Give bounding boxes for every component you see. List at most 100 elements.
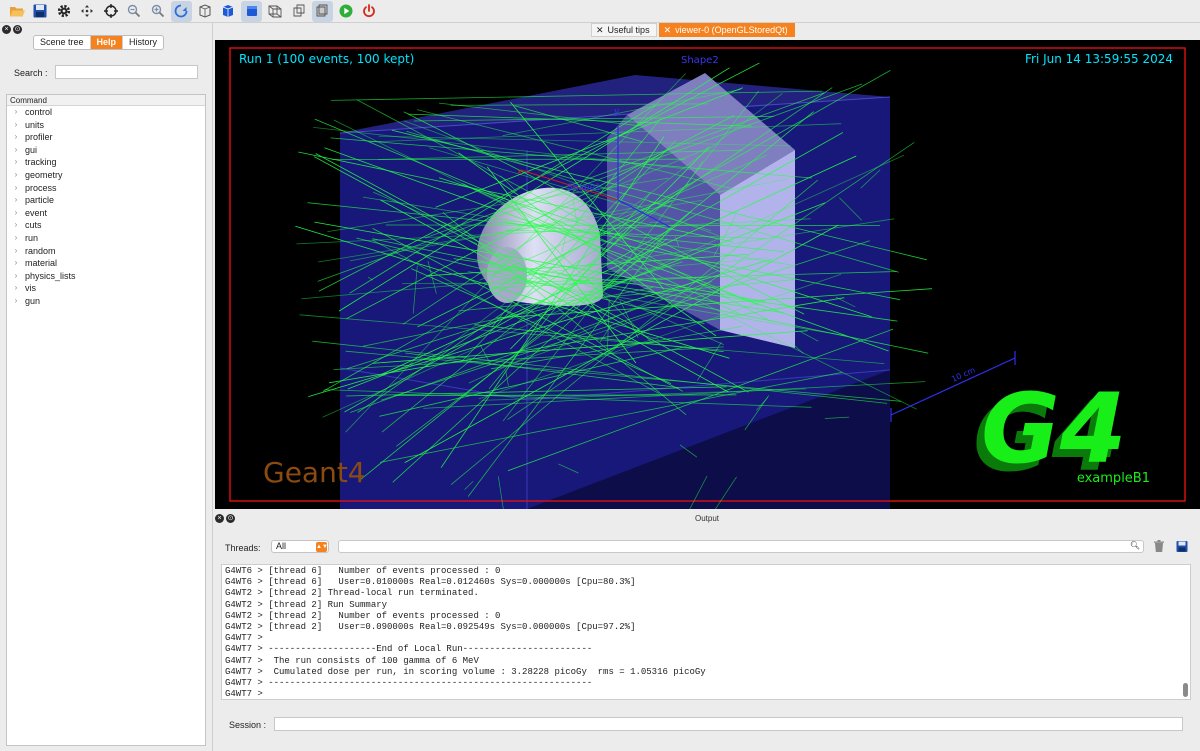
- command-item-label: run: [25, 232, 39, 243]
- command-item-label: physics_lists: [25, 270, 76, 281]
- command-item-label: gun: [25, 295, 41, 306]
- chevron-right-icon[interactable]: ›: [7, 144, 25, 157]
- chevron-right-icon[interactable]: ›: [7, 270, 25, 283]
- close-dock-icon[interactable]: ×: [2, 25, 11, 34]
- command-item-label: units: [25, 119, 45, 130]
- open-button[interactable]: [6, 1, 27, 22]
- command-item-random[interactable]: › random: [7, 245, 205, 258]
- hidden-line-icon: [222, 5, 234, 17]
- command-item-material[interactable]: › material: [7, 257, 205, 270]
- box-button[interactable]: [311, 0, 333, 22]
- command-item-control[interactable]: › control: [7, 106, 205, 119]
- command-list: › control › units › profiler › gui › tracking › geo…: [7, 106, 205, 308]
- command-item-particle[interactable]: › particle: [7, 194, 205, 207]
- console-lines: G4WT6 > [thread 6] Number of events proc…: [222, 565, 1190, 699]
- output-console[interactable]: G4WT6 > [thread 6] Number of events proc…: [221, 564, 1191, 700]
- chevron-right-icon[interactable]: ›: [7, 182, 25, 195]
- chevron-right-icon[interactable]: ›: [7, 119, 25, 132]
- command-item-label: event: [25, 207, 48, 218]
- command-item-label: control: [25, 107, 53, 117]
- axis-y-label: y: [614, 107, 620, 117]
- chevron-right-icon[interactable]: ›: [7, 106, 25, 119]
- save-button[interactable]: [30, 1, 51, 22]
- tab-scene-tree[interactable]: Scene tree: [34, 36, 91, 49]
- rotate-button[interactable]: [170, 0, 192, 22]
- chevron-right-icon[interactable]: ›: [7, 257, 25, 270]
- solid-button[interactable]: [241, 0, 262, 22]
- search-label: Search :: [14, 68, 48, 78]
- command-item-geometry[interactable]: › geometry: [7, 169, 205, 182]
- command-item-physics-lists[interactable]: › physics_lists: [7, 270, 205, 283]
- save-output-button[interactable]: [1175, 539, 1189, 554]
- tab-help[interactable]: Help: [90, 36, 124, 49]
- command-tree-header: Command: [7, 95, 205, 106]
- wireframe-button[interactable]: [194, 1, 215, 22]
- chevron-right-icon[interactable]: ›: [7, 131, 25, 144]
- command-item-label: process: [25, 182, 57, 193]
- perspective-button[interactable]: [265, 1, 286, 22]
- exit-button[interactable]: [359, 1, 380, 22]
- command-item-vis[interactable]: › vis: [7, 282, 205, 295]
- axis-x-label: x: [517, 167, 522, 176]
- clear-output-button[interactable]: [1152, 539, 1166, 554]
- console-line: G4WT2 > [thread 2] Number of events proc…: [225, 610, 501, 621]
- console-line: G4WT2 > [thread 2] Run Summary: [225, 599, 388, 610]
- tab-useful-tips[interactable]: ✕ Useful tips: [591, 23, 657, 37]
- console-line: G4WT7 > --------------------------------…: [225, 678, 593, 689]
- console-line: G4WT6 > [thread 6] User=0.010000s Real=0…: [225, 577, 636, 588]
- opengl-viewer[interactable]: G4 G4 Shape2 Shape1 y x 10 cm Run 1 (100…: [215, 40, 1200, 509]
- move-button[interactable]: [77, 1, 98, 22]
- chevron-right-icon[interactable]: ›: [7, 207, 25, 220]
- command-item-process[interactable]: › process: [7, 182, 205, 195]
- command-item-profiler[interactable]: › profiler: [7, 131, 205, 144]
- console-line: G4WT7 > Cumulated dose per run, in scori…: [225, 666, 706, 677]
- close-tab-icon[interactable]: ✕: [664, 23, 672, 37]
- console-line: G4WT7 > --------------------End of Local…: [225, 644, 593, 655]
- rotate-icon: [174, 4, 188, 18]
- console-line: G4WT2 > [thread 2] User=0.090000s Real=0…: [225, 622, 636, 633]
- session-label: Session :: [229, 720, 267, 730]
- chevron-right-icon[interactable]: ›: [7, 219, 25, 232]
- command-item-label: cuts: [25, 220, 42, 231]
- command-item-gui[interactable]: › gui: [7, 144, 205, 157]
- run-button[interactable]: [335, 1, 356, 22]
- trash-icon: [1154, 540, 1164, 552]
- chevron-right-icon[interactable]: ›: [7, 282, 25, 295]
- move-icon: [81, 5, 93, 17]
- crosshair-icon: [103, 4, 118, 18]
- hidden-line-button[interactable]: [218, 1, 239, 22]
- chevron-right-icon[interactable]: ›: [7, 169, 25, 182]
- console-scrollbar[interactable]: [1183, 683, 1188, 697]
- close-tab-icon[interactable]: ✕: [596, 23, 604, 37]
- command-item-cuts[interactable]: › cuts: [7, 219, 205, 232]
- tab-history[interactable]: History: [123, 36, 163, 49]
- command-item-gun[interactable]: › gun: [7, 295, 205, 308]
- zoom-in-button[interactable]: [147, 1, 168, 22]
- command-item-units[interactable]: › units: [7, 119, 205, 132]
- chevron-right-icon[interactable]: ›: [7, 232, 25, 245]
- output-search-input[interactable]: 🔍︎: [338, 540, 1144, 553]
- pick-button[interactable]: [100, 1, 121, 22]
- session-input[interactable]: [274, 717, 1183, 731]
- tab-viewer-0[interactable]: ✕ viewer-0 (OpenGLStoredQt): [658, 23, 795, 37]
- search-input[interactable]: [55, 65, 198, 79]
- shape1-label: Shape1: [567, 183, 601, 193]
- settings-button[interactable]: [53, 1, 74, 22]
- command-item-run[interactable]: › run: [7, 232, 205, 245]
- chevron-right-icon[interactable]: ›: [7, 295, 25, 308]
- chevron-right-icon[interactable]: ›: [7, 194, 25, 207]
- ortho-button[interactable]: [288, 1, 309, 22]
- command-tree: Command › control › units › profiler › gui › trac…: [6, 94, 206, 746]
- zoom-out-button[interactable]: [124, 1, 145, 22]
- chevron-right-icon[interactable]: ›: [7, 156, 25, 169]
- command-item-event[interactable]: › event: [7, 207, 205, 220]
- chevron-right-icon[interactable]: ›: [7, 245, 25, 258]
- command-item-label: vis: [25, 283, 36, 294]
- zoom-in-icon: [151, 4, 164, 18]
- threads-select[interactable]: All ▲▼: [271, 540, 329, 553]
- run-info-text: Run 1 (100 events, 100 kept): [239, 52, 415, 66]
- power-icon: [363, 4, 375, 18]
- float-dock-icon[interactable]: ⊙: [13, 25, 22, 34]
- chevron-updown-icon: ▲▼: [316, 542, 328, 552]
- command-item-tracking[interactable]: › tracking: [7, 156, 205, 169]
